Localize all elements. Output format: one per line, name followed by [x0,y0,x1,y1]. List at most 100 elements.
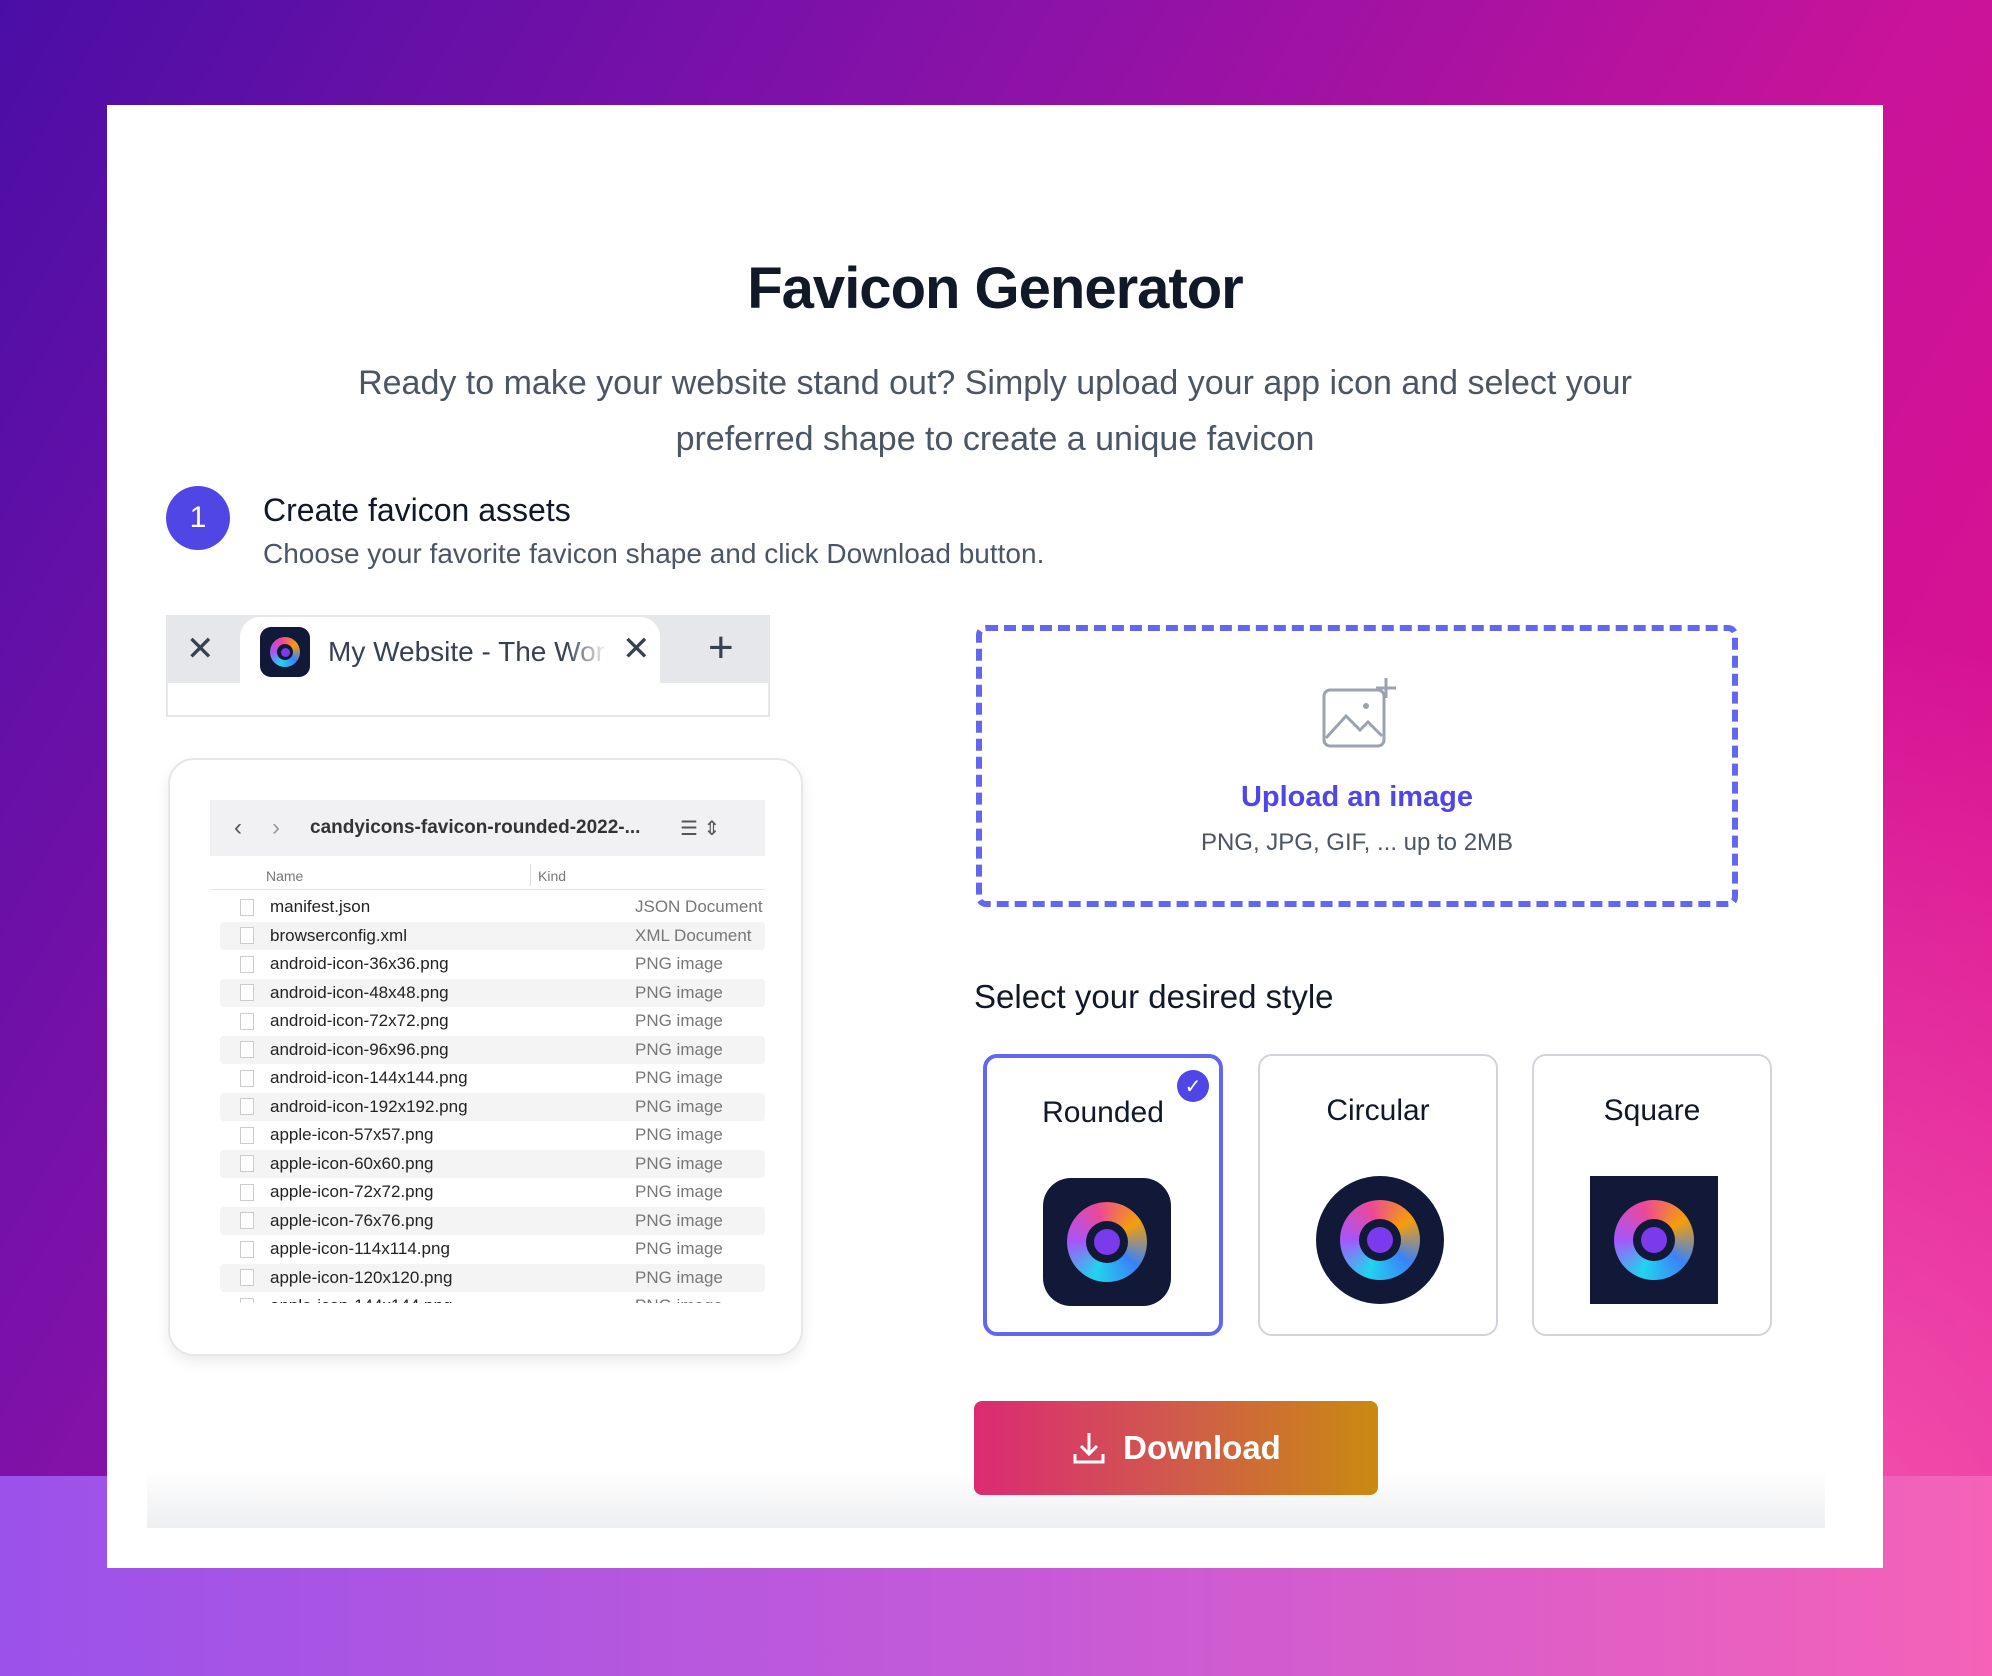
download-icon [1073,1433,1105,1464]
file-icon [240,955,254,973]
check-icon: ✓ [1177,1070,1209,1102]
file-row[interactable]: apple-icon-72x72.png PNG image [220,1178,765,1207]
rounded-favicon-preview [1043,1178,1171,1306]
file-kind: PNG image [635,1267,723,1287]
file-name: android-icon-72x72.png [270,1011,449,1031]
list-view-icon: ☰ ⇕ [680,817,721,840]
upload-hint: PNG, JPG, GIF, ... up to 2MB [1200,829,1514,856]
browser-tab-preview: ✕ My Website - The World ✕ + [166,615,770,717]
option-label: Rounded [1042,1096,1164,1129]
favicon-icon [260,627,310,677]
file-kind: PNG image [635,1296,723,1303]
upload-dropzone[interactable]: Upload an image PNG, JPG, GIF, ... up to… [976,625,1738,907]
file-kind: PNG image [635,1068,723,1088]
file-row[interactable]: apple-icon-114x114.png PNG image [220,1235,765,1264]
file-row[interactable]: apple-icon-120x120.png PNG image [220,1263,765,1292]
file-list: manifest.json JSON Document browserconfig.… [220,893,765,1303]
new-tab-icon: + [708,623,734,672]
file-icon [240,984,254,1002]
file-name: apple-icon-76x76.png [270,1210,434,1230]
file-name: android-icon-144x144.png [270,1068,468,1088]
file-icon [240,1098,254,1116]
page-subtitle: Ready to make your website stand out? Si… [358,364,1632,458]
file-name: manifest.json [270,897,371,917]
close-icon: ✕ [186,630,215,668]
circular-favicon-preview [1316,1176,1444,1304]
file-name: android-icon-36x36.png [270,954,449,974]
file-name: apple-icon-144x144.png [270,1296,635,1303]
step-description: Choose your favorite favicon shape and c… [263,538,1045,569]
forward-icon: › [272,814,280,841]
style-option-rounded[interactable]: Rounded ✓ [983,1054,1223,1336]
column-headers: Name Kind [210,860,765,890]
file-row[interactable]: manifest.json JSON Document [220,893,765,922]
image-add-icon [1322,678,1396,748]
column-kind: Kind [538,868,567,884]
file-name: android-icon-192x192.png [270,1096,468,1116]
file-kind: PNG image [635,954,723,974]
file-icon [240,1212,254,1230]
file-kind: PNG image [635,1182,723,1202]
file-row[interactable]: android-icon-144x144.png PNG image [220,1064,765,1093]
download-button[interactable]: Download [974,1401,1378,1495]
finder-preview: ‹ › candyicons-favicon-rounded-2022-... … [168,758,803,1356]
tab-close-icon: ✕ [622,630,651,668]
file-name: apple-icon-57x57.png [270,1125,434,1145]
page-title: Favicon Generator [747,256,1243,321]
file-kind: PNG image [635,982,723,1002]
file-icon [240,1012,254,1030]
file-row[interactable]: android-icon-192x192.png PNG image [220,1092,765,1121]
file-icon [240,927,254,945]
file-name: apple-icon-114x114.png [270,1239,450,1259]
file-row[interactable]: android-icon-72x72.png PNG image [220,1007,765,1036]
file-kind: PNG image [635,1096,723,1116]
file-icon [240,1269,254,1287]
file-kind: PNG image [635,1125,723,1145]
upload-link[interactable]: Upload an image [982,781,1732,814]
file-row[interactable]: android-icon-36x36.png PNG image [220,950,765,979]
file-icon [240,1041,254,1059]
file-icon [240,898,254,916]
file-row[interactable]: browserconfig.xml XML Document [220,921,765,950]
file-row[interactable]: android-icon-48x48.png PNG image [220,978,765,1007]
file-kind: PNG image [635,1011,723,1031]
file-row[interactable]: apple-icon-144x144.pngPNG image [220,1292,765,1303]
file-row[interactable]: apple-icon-57x57.png PNG image [220,1121,765,1150]
file-kind: JSON Document [635,897,763,917]
file-name: apple-icon-120x120.png [270,1267,453,1287]
folder-path: candyicons-favicon-rounded-2022-... [310,817,641,838]
download-label: Download [1123,1429,1281,1466]
file-name: apple-icon-72x72.png [270,1182,434,1202]
style-option-square[interactable]: Square [1532,1054,1772,1336]
file-kind: PNG image [635,1210,723,1230]
style-heading: Select your desired style [974,978,1334,1015]
file-kind: PNG image [635,1039,723,1059]
file-icon [240,1069,254,1087]
file-kind: PNG image [635,1153,723,1173]
option-label: Circular [1326,1094,1430,1127]
file-name: browserconfig.xml [270,925,407,945]
file-name: android-icon-48x48.png [270,982,449,1002]
file-name: apple-icon-60x60.png [270,1153,434,1173]
style-option-circular[interactable]: Circular [1258,1054,1498,1336]
file-icon [240,1126,254,1144]
file-kind: XML Document [635,925,752,945]
square-favicon-preview [1590,1176,1718,1304]
file-name: android-icon-96x96.png [270,1039,449,1059]
file-row[interactable]: apple-icon-76x76.png PNG image [220,1206,765,1235]
file-icon [240,1297,254,1303]
file-row[interactable]: android-icon-96x96.png PNG image [220,1035,765,1064]
back-icon: ‹ [234,814,242,841]
finder-toolbar: ‹ › candyicons-favicon-rounded-2022-... … [210,800,765,856]
column-name: Name [266,868,304,884]
step-title: Create favicon assets [263,492,571,528]
option-label: Square [1603,1094,1701,1127]
file-kind: PNG image [635,1239,723,1259]
file-icon [240,1183,254,1201]
browser-tab: My Website - The World ✕ [240,617,660,687]
file-icon [240,1155,254,1173]
step-number-badge: 1 [166,486,230,550]
file-row[interactable]: apple-icon-60x60.png PNG image [220,1149,765,1178]
tab-title: My Website - The World [328,636,608,667]
file-icon [240,1240,254,1258]
